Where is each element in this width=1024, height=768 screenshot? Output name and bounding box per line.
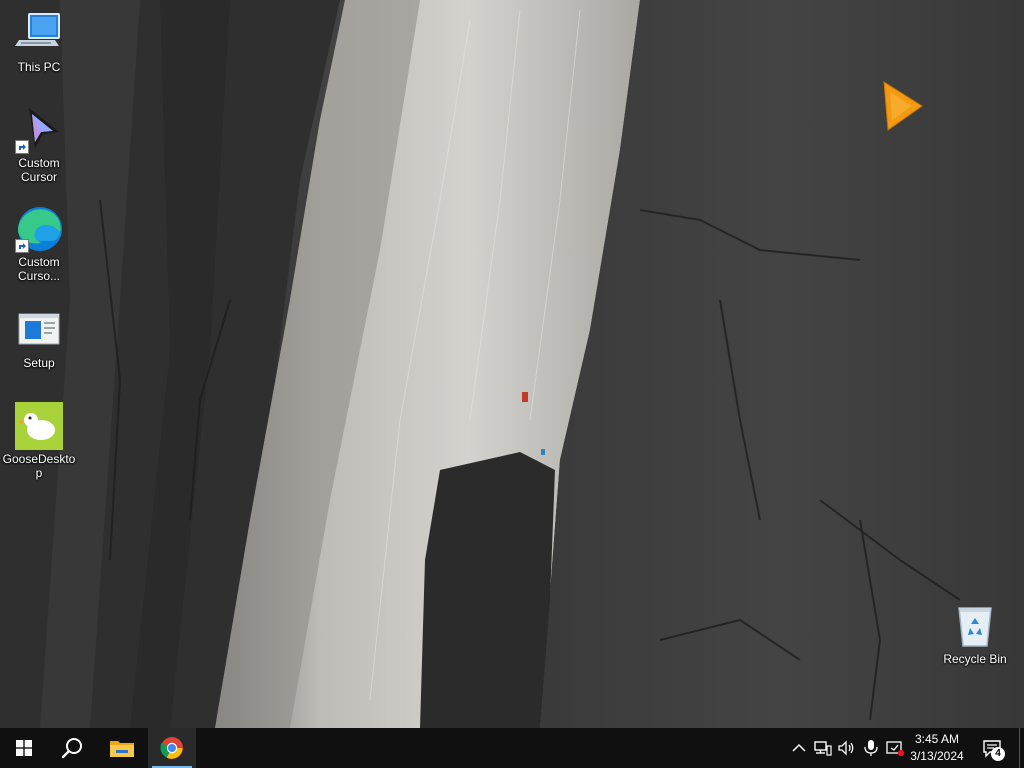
screen-record-icon[interactable] <box>885 738 905 758</box>
desktop-icon-setup[interactable]: Setup <box>0 306 78 370</box>
taskbar-chrome[interactable] <box>148 728 196 768</box>
desktop-icon-label: Custom Curso... <box>17 255 60 283</box>
shortcut-arrow-icon <box>15 239 29 253</box>
clock-time: 3:45 AM <box>914 732 960 746</box>
desktop-icon-recycle-bin[interactable]: Recycle Bin <box>936 602 1014 666</box>
desktop-icon-goosedesktop[interactable]: GooseDesktop <box>0 402 78 480</box>
desktop-icon-custom-cursor-edge[interactable]: Custom Curso... <box>0 205 78 283</box>
windows-logo-icon <box>16 740 32 756</box>
computer-icon <box>15 10 63 58</box>
desktop[interactable]: This PC Custom Cursor Custom Curso... Se… <box>0 0 1024 728</box>
setup-icon <box>15 306 63 354</box>
orange-triangle-cursor-icon <box>883 81 923 131</box>
network-icon[interactable] <box>813 738 833 758</box>
shortcut-arrow-icon <box>15 140 29 154</box>
search-icon <box>61 738 82 759</box>
taskbar-clock[interactable]: 3:45 AM 3/13/2024 <box>904 731 970 765</box>
file-explorer-icon <box>110 741 134 757</box>
desktop-icon-label: This PC <box>17 60 61 74</box>
desktop-icon-label: Setup <box>23 356 55 370</box>
show-desktop-button[interactable] <box>1019 728 1024 768</box>
custom-cursor-icon <box>15 106 63 154</box>
taskbar: 3:45 AM 3/13/2024 4 <box>0 728 1024 768</box>
volume-icon[interactable] <box>837 738 857 758</box>
chevron-up-icon[interactable] <box>789 738 809 758</box>
notification-count-badge: 4 <box>991 747 1005 761</box>
microphone-icon[interactable] <box>861 738 881 758</box>
recycle-bin-icon <box>951 602 999 650</box>
desktop-icon-label: Recycle Bin <box>943 652 1007 666</box>
edge-icon <box>15 205 63 253</box>
start-button[interactable] <box>0 728 48 768</box>
desktop-icon-label: Custom Cursor <box>18 156 60 184</box>
desktop-icon-this-pc[interactable]: This PC <box>0 10 78 74</box>
clock-date: 3/13/2024 <box>910 749 964 763</box>
goose-icon <box>15 402 63 450</box>
wallpaper-image <box>0 0 1024 728</box>
desktop-icon-label: GooseDesktop <box>2 452 76 480</box>
desktop-icon-custom-cursor[interactable]: Custom Cursor <box>0 106 78 184</box>
chrome-icon <box>160 737 183 759</box>
search-button[interactable] <box>48 728 96 768</box>
taskbar-file-explorer[interactable] <box>98 728 146 768</box>
